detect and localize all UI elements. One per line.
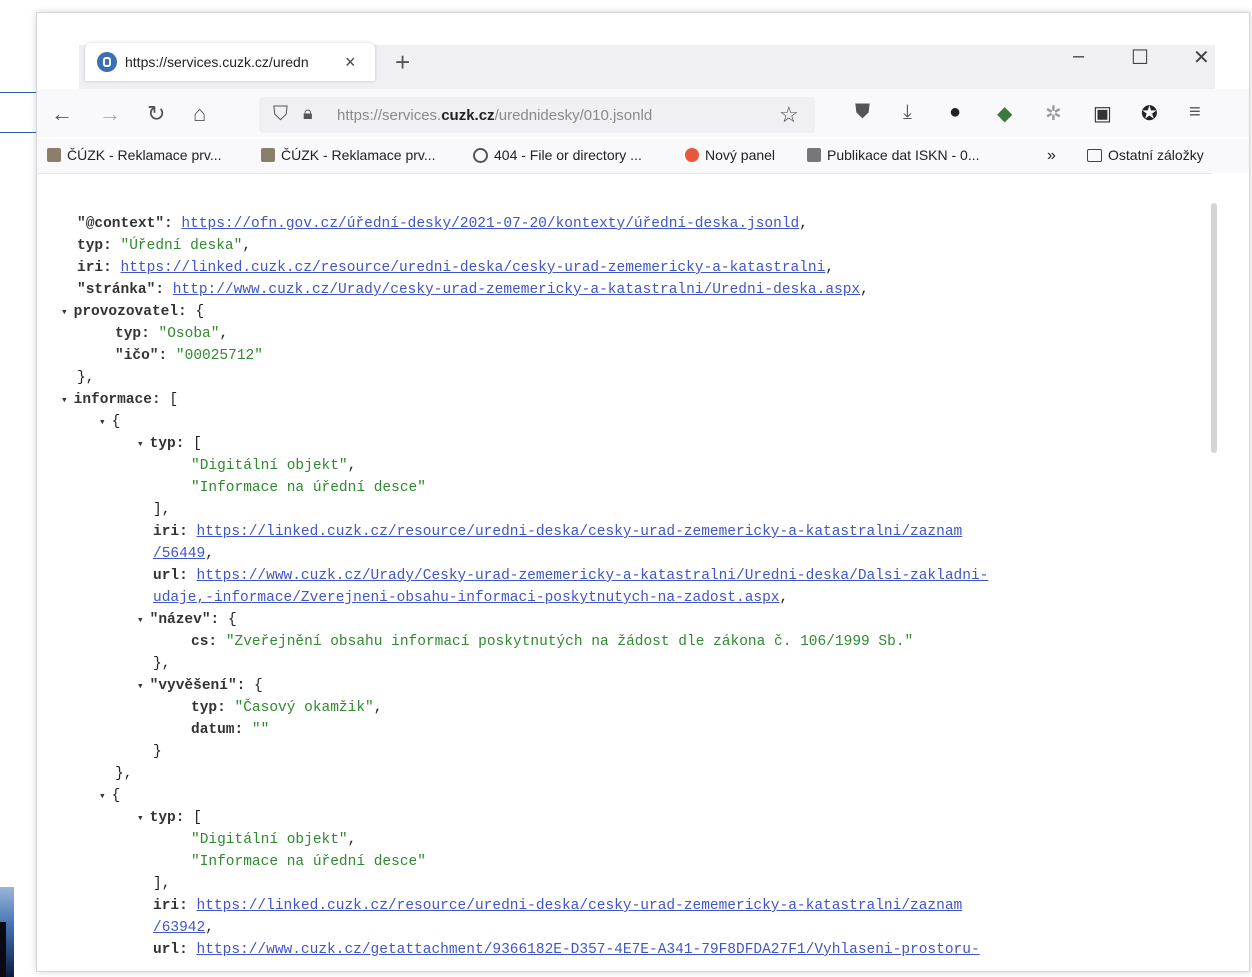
tab-title: https://services.cuzk.cz/uredn xyxy=(125,54,309,70)
json-key: provozovatel: xyxy=(73,304,187,320)
json-key: informace: xyxy=(73,392,161,408)
other-bookmarks[interactable]: Ostatní záložky xyxy=(1087,147,1204,163)
json-link[interactable]: https://www.cuzk.cz/getattachment/936618… xyxy=(197,942,980,958)
json-string: "Informace na úřední desce" xyxy=(191,854,426,870)
bookmark-favicon-icon xyxy=(807,148,821,162)
tab-bar: https://services.cuzk.cz/uredn × + – ☐ ✕ xyxy=(37,13,1249,89)
json-key: url: xyxy=(153,568,188,584)
bookmark-star-icon[interactable]: ☆ xyxy=(779,102,799,128)
json-key: typ: xyxy=(77,238,112,254)
new-tab-button[interactable]: + xyxy=(395,47,410,78)
site-favicon-icon xyxy=(97,52,117,72)
collapse-toggle-icon[interactable]: ▾ xyxy=(137,439,144,451)
json-key: "název": xyxy=(149,612,220,628)
address-bar[interactable]: ⛉ 🔒︎ https://services.cuzk.cz/urednidesk… xyxy=(259,97,815,133)
json-link[interactable]: /63942 xyxy=(153,920,205,936)
collapse-toggle-icon[interactable]: ▾ xyxy=(61,307,68,319)
globe-icon xyxy=(473,147,488,163)
json-string: "Zveřejnění obsahu informací poskytnutýc… xyxy=(225,634,914,650)
extension-icon[interactable]: ● xyxy=(949,101,961,124)
slide-decoration-line xyxy=(0,132,40,133)
bookmark-item[interactable]: ČÚZK - Reklamace prv... xyxy=(261,147,436,163)
json-string: "Časový okamžik" xyxy=(234,700,374,716)
collapse-toggle-icon[interactable]: ▾ xyxy=(99,791,106,803)
bookmarks-more-icon[interactable]: » xyxy=(1047,147,1056,165)
close-window-button[interactable]: ✕ xyxy=(1193,45,1210,70)
tab-close-icon[interactable]: × xyxy=(345,52,356,73)
screenshot-icon[interactable]: ▣ xyxy=(1093,101,1112,126)
folder-icon xyxy=(1087,148,1102,162)
vertical-scrollbar[interactable] xyxy=(1211,203,1217,453)
json-string: "Digitální objekt" xyxy=(191,458,348,474)
json-key: typ: xyxy=(149,436,185,452)
bookmark-label: Publikace dat ISKN - 0... xyxy=(827,147,980,163)
json-string: "Digitální objekt" xyxy=(191,832,348,848)
reload-icon[interactable]: ↻ xyxy=(147,101,165,127)
active-tab[interactable]: https://services.cuzk.cz/uredn × xyxy=(85,43,375,81)
json-string: "" xyxy=(251,722,270,738)
json-link[interactable]: https://linked.cuzk.cz/resource/uredni-d… xyxy=(121,260,826,276)
json-key: "stránka": xyxy=(77,282,165,298)
json-key: cs: xyxy=(191,634,218,650)
bookmark-favicon-icon xyxy=(47,148,61,162)
back-icon[interactable]: ← xyxy=(51,101,73,127)
json-link[interactable]: https://ofn.gov.cz/úřední-desky/2021-07-… xyxy=(181,216,799,232)
home-icon[interactable]: ⌂ xyxy=(193,101,206,127)
gear-icon[interactable]: ✲ xyxy=(1045,101,1062,126)
json-key: url: xyxy=(153,942,188,958)
lock-icon[interactable]: 🔒︎ xyxy=(303,103,313,124)
pocket-icon[interactable]: ⛊ xyxy=(855,101,870,124)
json-string: "Úřední deska" xyxy=(120,238,243,254)
json-link[interactable]: https://linked.cuzk.cz/resource/uredni-d… xyxy=(197,898,963,914)
url-text[interactable]: https://services.cuzk.cz/urednidesky/010… xyxy=(337,107,652,124)
bookmark-label: ČÚZK - Reklamace prv... xyxy=(281,147,436,163)
collapse-toggle-icon[interactable]: ▾ xyxy=(137,813,144,825)
menu-icon[interactable]: ≡ xyxy=(1189,101,1201,124)
json-string: "Informace na úřední desce" xyxy=(191,480,426,496)
collapse-toggle-icon[interactable]: ▾ xyxy=(137,681,144,693)
bookmark-favicon-icon xyxy=(261,148,275,162)
json-link[interactable]: udaje,-informace/Zverejneni-obsahu-infor… xyxy=(153,590,780,606)
json-key: "ičo": xyxy=(115,348,168,364)
bookmark-label: Nový panel xyxy=(705,147,776,163)
maximize-button[interactable]: ☐ xyxy=(1131,45,1149,70)
json-link[interactable]: http://www.cuzk.cz/Urady/cesky-urad-zeme… xyxy=(173,282,860,298)
json-viewer: "@context": https://ofn.gov.cz/úřední-de… xyxy=(37,173,1212,971)
bookmark-label: 404 - File or directory ... xyxy=(494,147,642,163)
bookmark-label: ČÚZK - Reklamace prv... xyxy=(67,147,222,163)
firefox-icon[interactable]: ✪ xyxy=(1141,101,1158,126)
mascot-icon[interactable]: ◆ xyxy=(997,101,1012,126)
json-key: iri: xyxy=(77,260,112,276)
bookmarks-toolbar: ČÚZK - Reklamace prv... ČÚZK - Reklamace… xyxy=(37,139,1249,173)
collapse-toggle-icon[interactable]: ▾ xyxy=(99,417,106,429)
json-key: "@context": xyxy=(77,216,173,232)
bookmark-item[interactable]: ČÚZK - Reklamace prv... xyxy=(47,147,222,163)
json-key: typ: xyxy=(191,700,226,716)
bookmark-item[interactable]: Publikace dat ISKN - 0... xyxy=(807,147,980,163)
json-link[interactable]: /56449 xyxy=(153,546,205,562)
collapse-toggle-icon[interactable]: ▾ xyxy=(137,615,144,627)
json-key: typ: xyxy=(149,810,185,826)
json-link[interactable]: https://www.cuzk.cz/Urady/Cesky-urad-zem… xyxy=(197,568,989,584)
json-key: "vyvěšení": xyxy=(149,678,246,694)
slide-decoration-line xyxy=(0,92,40,93)
download-icon[interactable]: ⤓ xyxy=(903,101,912,124)
json-string: "Osoba" xyxy=(158,326,220,342)
json-string: "00025712" xyxy=(175,348,263,364)
firefox-bookmark-icon xyxy=(685,148,699,162)
json-key: typ: xyxy=(115,326,150,342)
forward-icon[interactable]: → xyxy=(99,101,121,127)
collapse-toggle-icon[interactable]: ▾ xyxy=(61,395,68,407)
bookmark-item[interactable]: Nový panel xyxy=(685,147,775,163)
json-key: iri: xyxy=(153,524,188,540)
bookmark-label: Ostatní záložky xyxy=(1108,147,1204,163)
browser-window: https://services.cuzk.cz/uredn × + – ☐ ✕… xyxy=(36,12,1250,972)
slide-decoration-corner-dark xyxy=(0,922,6,977)
json-key: iri: xyxy=(153,898,188,914)
json-key: datum: xyxy=(191,722,244,738)
minimize-button[interactable]: – xyxy=(1073,45,1084,68)
bookmark-item[interactable]: 404 - File or directory ... xyxy=(473,147,642,163)
json-link[interactable]: https://linked.cuzk.cz/resource/uredni-d… xyxy=(197,524,963,540)
shield-icon[interactable]: ⛉ xyxy=(273,103,288,126)
